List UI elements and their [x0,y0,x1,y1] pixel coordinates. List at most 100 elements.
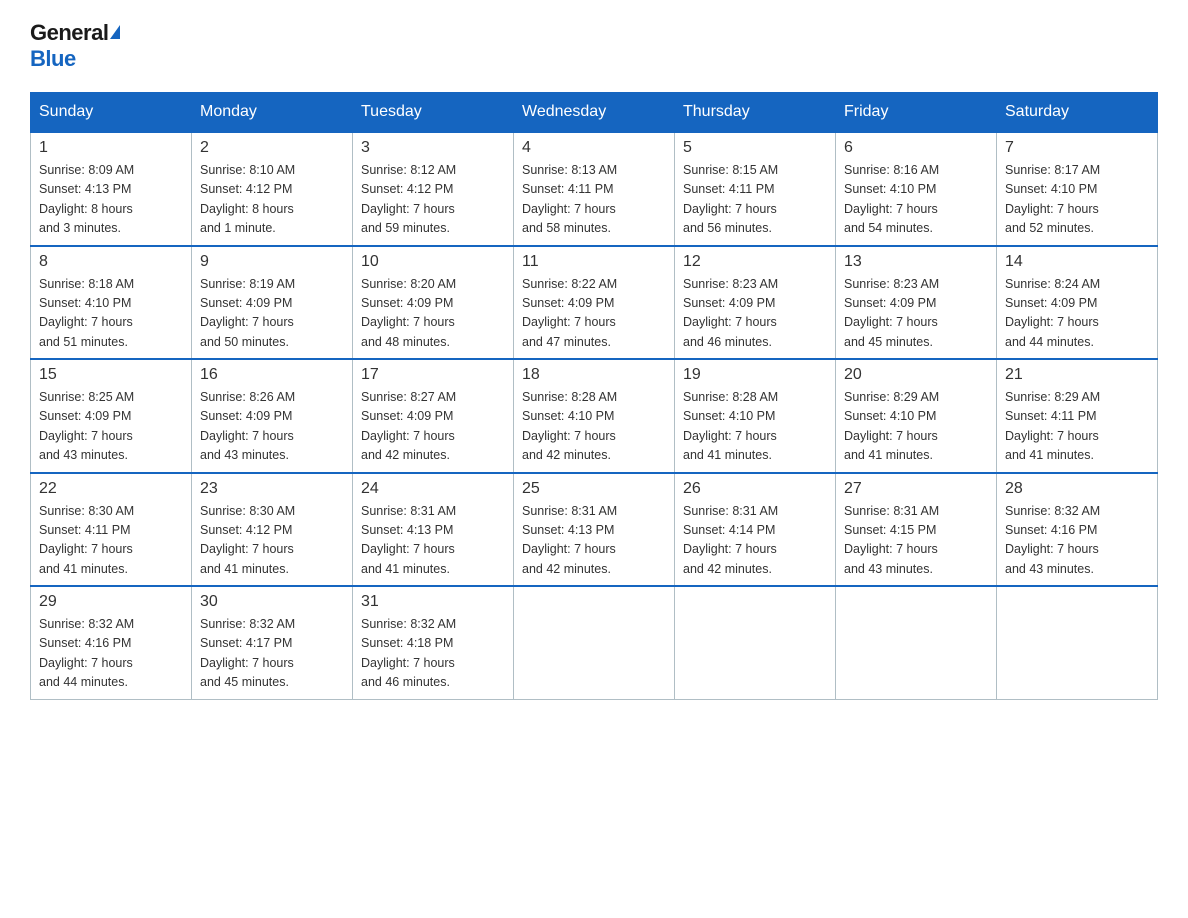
day-info: Sunrise: 8:29 AMSunset: 4:10 PMDaylight:… [844,388,988,466]
day-info: Sunrise: 8:32 AMSunset: 4:18 PMDaylight:… [361,615,505,693]
day-info: Sunrise: 8:23 AMSunset: 4:09 PMDaylight:… [844,275,988,353]
day-number: 5 [683,139,827,157]
calendar-cell: 22Sunrise: 8:30 AMSunset: 4:11 PMDayligh… [31,473,192,587]
col-header-friday: Friday [836,93,997,133]
day-info: Sunrise: 8:31 AMSunset: 4:13 PMDaylight:… [522,502,666,580]
day-info: Sunrise: 8:12 AMSunset: 4:12 PMDaylight:… [361,161,505,239]
day-number: 15 [39,366,183,384]
day-number: 16 [200,366,344,384]
logo-triangle-icon [110,25,120,39]
calendar-cell: 26Sunrise: 8:31 AMSunset: 4:14 PMDayligh… [675,473,836,587]
calendar-cell: 29 Sunrise: 8:32 AMSunset: 4:16 PMDayligh… [31,586,192,699]
calendar-week-1: 1 Sunrise: 8:09 AMSunset: 4:13 PMDaylight… [31,132,1158,246]
day-info: Sunrise: 8:19 AMSunset: 4:09 PMDaylight:… [200,275,344,353]
calendar-cell: 3 Sunrise: 8:12 AMSunset: 4:12 PMDaylight… [353,132,514,246]
day-number: 9 [200,253,344,271]
calendar-cell [514,586,675,699]
day-info: Sunrise: 8:32 AMSunset: 4:16 PMDaylight:… [1005,502,1149,580]
day-number: 23 [200,480,344,498]
day-info: Sunrise: 8:17 AMSunset: 4:10 PMDaylight:… [1005,161,1149,239]
day-number: 26 [683,480,827,498]
day-number: 27 [844,480,988,498]
day-number: 30 [200,593,344,611]
calendar-week-2: 8 Sunrise: 8:18 AMSunset: 4:10 PMDaylight… [31,246,1158,360]
day-info: Sunrise: 8:23 AMSunset: 4:09 PMDaylight:… [683,275,827,353]
calendar-week-3: 15 Sunrise: 8:25 AMSunset: 4:09 PMDayligh… [31,359,1158,473]
day-info: Sunrise: 8:16 AMSunset: 4:10 PMDaylight:… [844,161,988,239]
day-info: Sunrise: 8:09 AMSunset: 4:13 PMDaylight:… [39,161,183,239]
calendar-cell: 21Sunrise: 8:29 AMSunset: 4:11 PMDayligh… [997,359,1158,473]
logo-general-text: General [30,20,108,46]
day-info: Sunrise: 8:31 AMSunset: 4:15 PMDaylight:… [844,502,988,580]
col-header-monday: Monday [192,93,353,133]
day-info: Sunrise: 8:26 AMSunset: 4:09 PMDaylight:… [200,388,344,466]
day-number: 24 [361,480,505,498]
calendar-cell: 31 Sunrise: 8:32 AMSunset: 4:18 PMDayligh… [353,586,514,699]
calendar-cell: 10Sunrise: 8:20 AMSunset: 4:09 PMDayligh… [353,246,514,360]
calendar-cell: 14 Sunrise: 8:24 AMSunset: 4:09 PMDayligh… [997,246,1158,360]
day-info: Sunrise: 8:22 AMSunset: 4:09 PMDaylight:… [522,275,666,353]
day-number: 17 [361,366,505,384]
logo: General Blue [30,20,120,72]
day-number: 4 [522,139,666,157]
calendar-cell: 27 Sunrise: 8:31 AMSunset: 4:15 PMDayligh… [836,473,997,587]
logo-blue-text: Blue [30,46,76,72]
calendar-cell: 17 Sunrise: 8:27 AMSunset: 4:09 PMDayligh… [353,359,514,473]
day-number: 1 [39,139,183,157]
day-number: 13 [844,253,988,271]
day-number: 22 [39,480,183,498]
day-number: 31 [361,593,505,611]
calendar-cell [836,586,997,699]
col-header-tuesday: Tuesday [353,93,514,133]
day-info: Sunrise: 8:13 AMSunset: 4:11 PMDaylight:… [522,161,666,239]
day-info: Sunrise: 8:31 AMSunset: 4:13 PMDaylight:… [361,502,505,580]
day-info: Sunrise: 8:18 AMSunset: 4:10 PMDaylight:… [39,275,183,353]
day-info: Sunrise: 8:30 AMSunset: 4:12 PMDaylight:… [200,502,344,580]
day-info: Sunrise: 8:24 AMSunset: 4:09 PMDaylight:… [1005,275,1149,353]
day-number: 29 [39,593,183,611]
calendar-cell: 25 Sunrise: 8:31 AMSunset: 4:13 PMDayligh… [514,473,675,587]
col-header-saturday: Saturday [997,93,1158,133]
day-info: Sunrise: 8:10 AMSunset: 4:12 PMDaylight:… [200,161,344,239]
day-number: 19 [683,366,827,384]
day-number: 18 [522,366,666,384]
calendar-cell: 9 Sunrise: 8:19 AMSunset: 4:09 PMDaylight… [192,246,353,360]
calendar-week-5: 29 Sunrise: 8:32 AMSunset: 4:16 PMDayligh… [31,586,1158,699]
page-header: General Blue [30,20,1158,72]
calendar-table: SundayMondayTuesdayWednesdayThursdayFrid… [30,92,1158,700]
calendar-cell: 24 Sunrise: 8:31 AMSunset: 4:13 PMDayligh… [353,473,514,587]
calendar-cell: 13 Sunrise: 8:23 AMSunset: 4:09 PMDayligh… [836,246,997,360]
day-info: Sunrise: 8:25 AMSunset: 4:09 PMDaylight:… [39,388,183,466]
day-number: 3 [361,139,505,157]
day-info: Sunrise: 8:15 AMSunset: 4:11 PMDaylight:… [683,161,827,239]
calendar-cell: 20 Sunrise: 8:29 AMSunset: 4:10 PMDayligh… [836,359,997,473]
day-number: 7 [1005,139,1149,157]
calendar-cell: 7 Sunrise: 8:17 AMSunset: 4:10 PMDaylight… [997,132,1158,246]
calendar-cell: 30Sunrise: 8:32 AMSunset: 4:17 PMDayligh… [192,586,353,699]
calendar-cell: 4 Sunrise: 8:13 AMSunset: 4:11 PMDaylight… [514,132,675,246]
day-number: 12 [683,253,827,271]
day-number: 8 [39,253,183,271]
day-info: Sunrise: 8:27 AMSunset: 4:09 PMDaylight:… [361,388,505,466]
day-number: 25 [522,480,666,498]
calendar-cell: 28Sunrise: 8:32 AMSunset: 4:16 PMDayligh… [997,473,1158,587]
calendar-cell: 8 Sunrise: 8:18 AMSunset: 4:10 PMDaylight… [31,246,192,360]
col-header-sunday: Sunday [31,93,192,133]
day-number: 20 [844,366,988,384]
calendar-cell: 19Sunrise: 8:28 AMSunset: 4:10 PMDayligh… [675,359,836,473]
day-number: 14 [1005,253,1149,271]
calendar-cell: 5 Sunrise: 8:15 AMSunset: 4:11 PMDaylight… [675,132,836,246]
calendar-cell: 16 Sunrise: 8:26 AMSunset: 4:09 PMDayligh… [192,359,353,473]
day-info: Sunrise: 8:20 AMSunset: 4:09 PMDaylight:… [361,275,505,353]
day-info: Sunrise: 8:32 AMSunset: 4:16 PMDaylight:… [39,615,183,693]
day-number: 6 [844,139,988,157]
day-info: Sunrise: 8:28 AMSunset: 4:10 PMDaylight:… [522,388,666,466]
calendar-cell [997,586,1158,699]
calendar-cell: 18 Sunrise: 8:28 AMSunset: 4:10 PMDayligh… [514,359,675,473]
calendar-cell: 11 Sunrise: 8:22 AMSunset: 4:09 PMDayligh… [514,246,675,360]
day-number: 11 [522,253,666,271]
calendar-cell: 6 Sunrise: 8:16 AMSunset: 4:10 PMDaylight… [836,132,997,246]
col-header-thursday: Thursday [675,93,836,133]
calendar-cell: 12 Sunrise: 8:23 AMSunset: 4:09 PMDayligh… [675,246,836,360]
col-header-wednesday: Wednesday [514,93,675,133]
